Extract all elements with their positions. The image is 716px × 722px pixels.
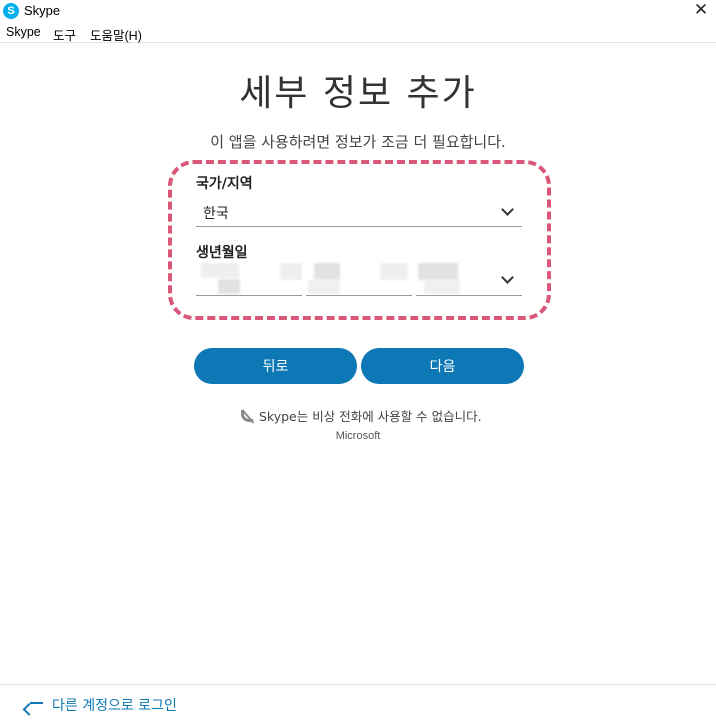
next-button[interactable]: 다음 — [361, 348, 524, 384]
window-title: Skype — [24, 3, 61, 18]
page-title: 세부 정보 추가 — [239, 73, 477, 114]
skype-logo-icon: S — [3, 3, 19, 19]
emergency-notice-text: Skype는 비상 전화에 사용할 수 없습니다. — [259, 409, 482, 424]
country-label: 국가/지역 — [196, 176, 253, 192]
blurred-value — [380, 263, 408, 280]
blurred-value — [201, 263, 239, 278]
emergency-notice: Skype는 비상 전화에 사용할 수 없습니다. — [240, 406, 482, 425]
no-phone-icon — [240, 409, 256, 424]
blurred-value — [280, 263, 302, 280]
menu-bar: Skype 도구 도움말(H) — [0, 23, 716, 43]
sign-in-other-account-label: 다른 계정으로 로그인 — [52, 698, 177, 714]
back-button[interactable]: 뒤로 — [194, 348, 357, 384]
blurred-value — [314, 263, 340, 280]
menu-item-help[interactable]: 도움말(H) — [90, 25, 142, 44]
country-value: 한국 — [203, 206, 229, 222]
blurred-value — [308, 280, 340, 294]
birthday-month-select[interactable] — [306, 262, 412, 296]
back-arrow-icon — [22, 696, 44, 716]
microsoft-brand: Microsoft — [335, 430, 381, 442]
chevron-down-icon — [501, 203, 514, 216]
menu-item-skype[interactable]: Skype — [6, 25, 41, 39]
title-bar: S Skype ✕ — [0, 0, 716, 22]
birthday-year-select[interactable] — [196, 262, 302, 296]
birthday-day-select[interactable] — [416, 262, 522, 296]
chevron-down-icon — [501, 271, 514, 284]
country-select[interactable]: 한국 — [196, 199, 522, 227]
blurred-value — [218, 279, 240, 294]
birthday-label: 생년월일 — [196, 245, 248, 261]
page-subtitle: 이 앱을 사용하려면 정보가 조금 더 필요합니다. — [210, 133, 506, 151]
blurred-value — [418, 263, 458, 280]
blurred-value — [424, 280, 460, 294]
close-button[interactable]: ✕ — [686, 0, 716, 22]
sign-in-other-account-link[interactable]: 다른 계정으로 로그인 — [0, 684, 716, 722]
menu-item-tools[interactable]: 도구 — [53, 25, 76, 44]
